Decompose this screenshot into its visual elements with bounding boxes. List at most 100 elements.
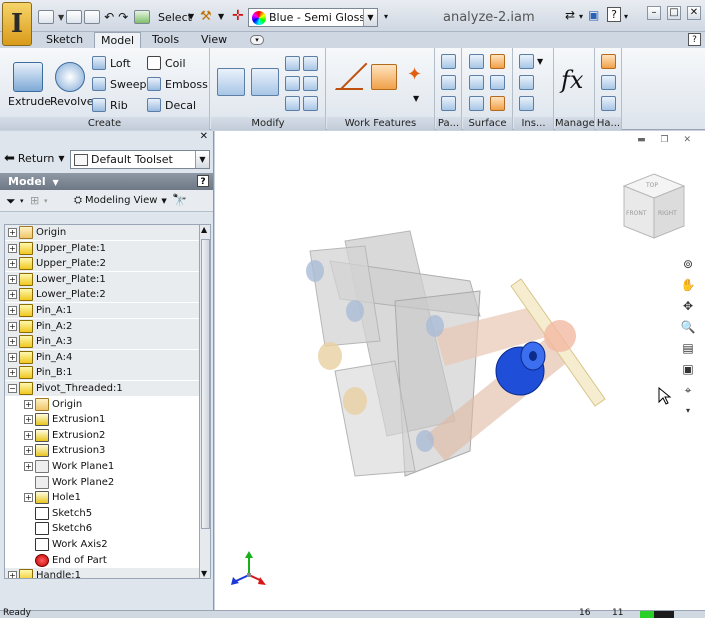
chevron-down-icon[interactable]: ▾ [624,12,628,21]
chevron-down-icon[interactable]: ▼ [188,12,194,21]
tree-item[interactable]: + Extrusion2 [5,428,105,443]
fillet-icon[interactable] [251,68,279,96]
coil-button[interactable]: Coil [147,55,186,71]
graphics-viewport[interactable]: ▬ ❐ ✕ TOP FRONT RIGHT ⊚ ✋ ✥ 🔍 ▤ ▣ ⌖ ▾ [215,131,705,611]
free-orbit-icon[interactable]: ⌖ [680,382,696,398]
properties-icon[interactable]: ⚒ [200,9,212,24]
tree-item[interactable]: + Lower_Plate:1 [5,272,199,287]
revolve-button[interactable]: Revolve [50,62,94,108]
chevron-down-icon[interactable]: ▼ [161,197,166,205]
sweep-button[interactable]: Sweep [92,76,147,92]
tree-item[interactable]: + Pin_A:1 [5,303,199,318]
close-button[interactable]: ✕ [687,6,701,20]
close-icon[interactable]: ✕ [200,131,208,142]
tree-item[interactable]: + Pin_A:4 [5,350,199,365]
chevron-down-icon[interactable]: ▼ [218,12,224,21]
tree-item[interactable]: − Pivot_Threaded:1 [5,381,199,396]
thicken-icon[interactable] [469,54,484,69]
orbit-icon[interactable]: ✥ [680,298,696,314]
tree-expander-icon[interactable]: + [8,306,17,315]
tree-item[interactable]: + Pin_B:1 [5,365,199,380]
tree-scrollbar[interactable]: ▲ ▼ [199,224,211,579]
browser-header[interactable]: Model ▼ ? [0,173,213,190]
open-icon[interactable] [66,10,83,24]
import-icon[interactable] [519,75,534,90]
tree-expander-icon[interactable]: + [8,368,17,377]
tree-item[interactable]: +Work Plane2 [5,475,114,490]
tree-expander-icon[interactable]: + [8,275,17,284]
browser-view-dropdown[interactable]: ⛭ Modeling View ▼ [74,195,167,206]
tree-item[interactable]: +Sketch5 [5,506,92,521]
color-style-dropdown[interactable]: Blue - Semi Gloss ▼ [248,8,378,27]
tab-model[interactable]: Model [94,32,142,48]
tree-item[interactable]: + Upper_Plate:1 [5,241,199,256]
undo-icon[interactable]: ↶ [104,10,114,24]
view-cube[interactable]: TOP FRONT RIGHT [619,171,689,241]
select-mode-icon[interactable] [134,10,151,24]
route-icon[interactable] [601,75,616,90]
tab-tools[interactable]: Tools [146,32,185,48]
help-icon[interactable]: ? [607,7,621,22]
tree-expander-icon[interactable]: + [24,462,33,471]
chevron-down-icon[interactable]: ▼ [363,9,377,26]
tree-expander-icon[interactable]: + [8,244,17,253]
help-icon[interactable]: ? [688,33,701,46]
pan-icon[interactable]: ✋ [680,277,696,293]
scroll-thumb[interactable] [201,239,210,529]
tree-item[interactable]: + Origin [5,397,82,412]
tab-view[interactable]: View [195,32,233,48]
select-dropdown[interactable]: Select [158,11,192,24]
draft-icon[interactable] [285,76,300,91]
tree-expander-icon[interactable]: + [24,431,33,440]
extrude-button[interactable]: Extrude [8,62,51,108]
minimize-button[interactable]: – [647,6,661,20]
tree-expander-icon[interactable]: + [8,337,17,346]
new-icon[interactable] [38,10,54,24]
tree-item[interactable]: +Work Axis2 [5,537,108,552]
tree-item[interactable]: + Pin_A:3 [5,334,199,349]
circular-pattern-icon[interactable] [441,75,456,90]
work-point-icon[interactable]: ✦ [407,64,422,85]
tree-item[interactable]: + Handle:1 [5,568,199,578]
tab-sketch[interactable]: Sketch [40,32,89,48]
maximize-button[interactable]: □ [667,6,681,20]
find-icon[interactable]: 🔭 [172,193,187,207]
return-button[interactable]: ⬅ Return ▼ [4,151,65,166]
view-face-icon[interactable]: ▣ [680,361,696,377]
chevron-down-icon[interactable]: ▾ [579,12,583,21]
combine-icon[interactable] [303,96,318,111]
wire-icon[interactable] [601,96,616,111]
chevron-down-icon[interactable]: ▼ [413,94,419,103]
tree-item[interactable]: + Extrusion1 [5,412,105,427]
tree-expander-icon[interactable]: + [8,353,17,362]
tree-item[interactable]: +End of Part [5,553,107,568]
tree-expander-icon[interactable]: + [8,228,17,237]
rib-button[interactable]: Rib [92,97,128,113]
hierarchy-icon[interactable]: ⊞ [30,194,39,207]
tree-expander-icon[interactable]: + [24,400,33,409]
tree-expander-icon[interactable]: + [8,322,17,331]
tree-item[interactable]: + Lower_Plate:2 [5,287,199,302]
loft-button[interactable]: Loft [92,55,131,71]
chevron-down-icon[interactable]: ▾ [44,197,48,205]
tree-item[interactable]: + Upper_Plate:2 [5,256,199,271]
toolbar-options-icon[interactable]: ▾ [384,12,388,21]
save-icon[interactable] [84,10,101,24]
tree-expander-icon[interactable]: + [8,290,17,299]
chamfer-icon[interactable] [285,56,300,71]
harness-icon[interactable] [601,54,616,69]
parameters-fx-icon[interactable]: fx [561,66,583,94]
tree-item[interactable]: + Hole1 [5,490,81,505]
shell-icon[interactable] [303,56,318,71]
decal-button[interactable]: Decal [147,97,196,113]
split-icon[interactable] [285,96,300,111]
tree-item[interactable]: + Pin_A:2 [5,319,199,334]
stitch-icon[interactable] [490,54,505,69]
points-icon[interactable] [519,96,534,111]
chevron-down-icon[interactable]: ▼ [52,178,58,187]
work-axis-icon[interactable] [335,62,368,90]
toolset-dropdown[interactable]: Default Toolset ▼ [70,150,210,169]
scroll-up-icon[interactable]: ▲ [201,225,207,234]
tree-expander-icon[interactable]: + [8,571,17,578]
sculpt-icon[interactable] [469,75,484,90]
